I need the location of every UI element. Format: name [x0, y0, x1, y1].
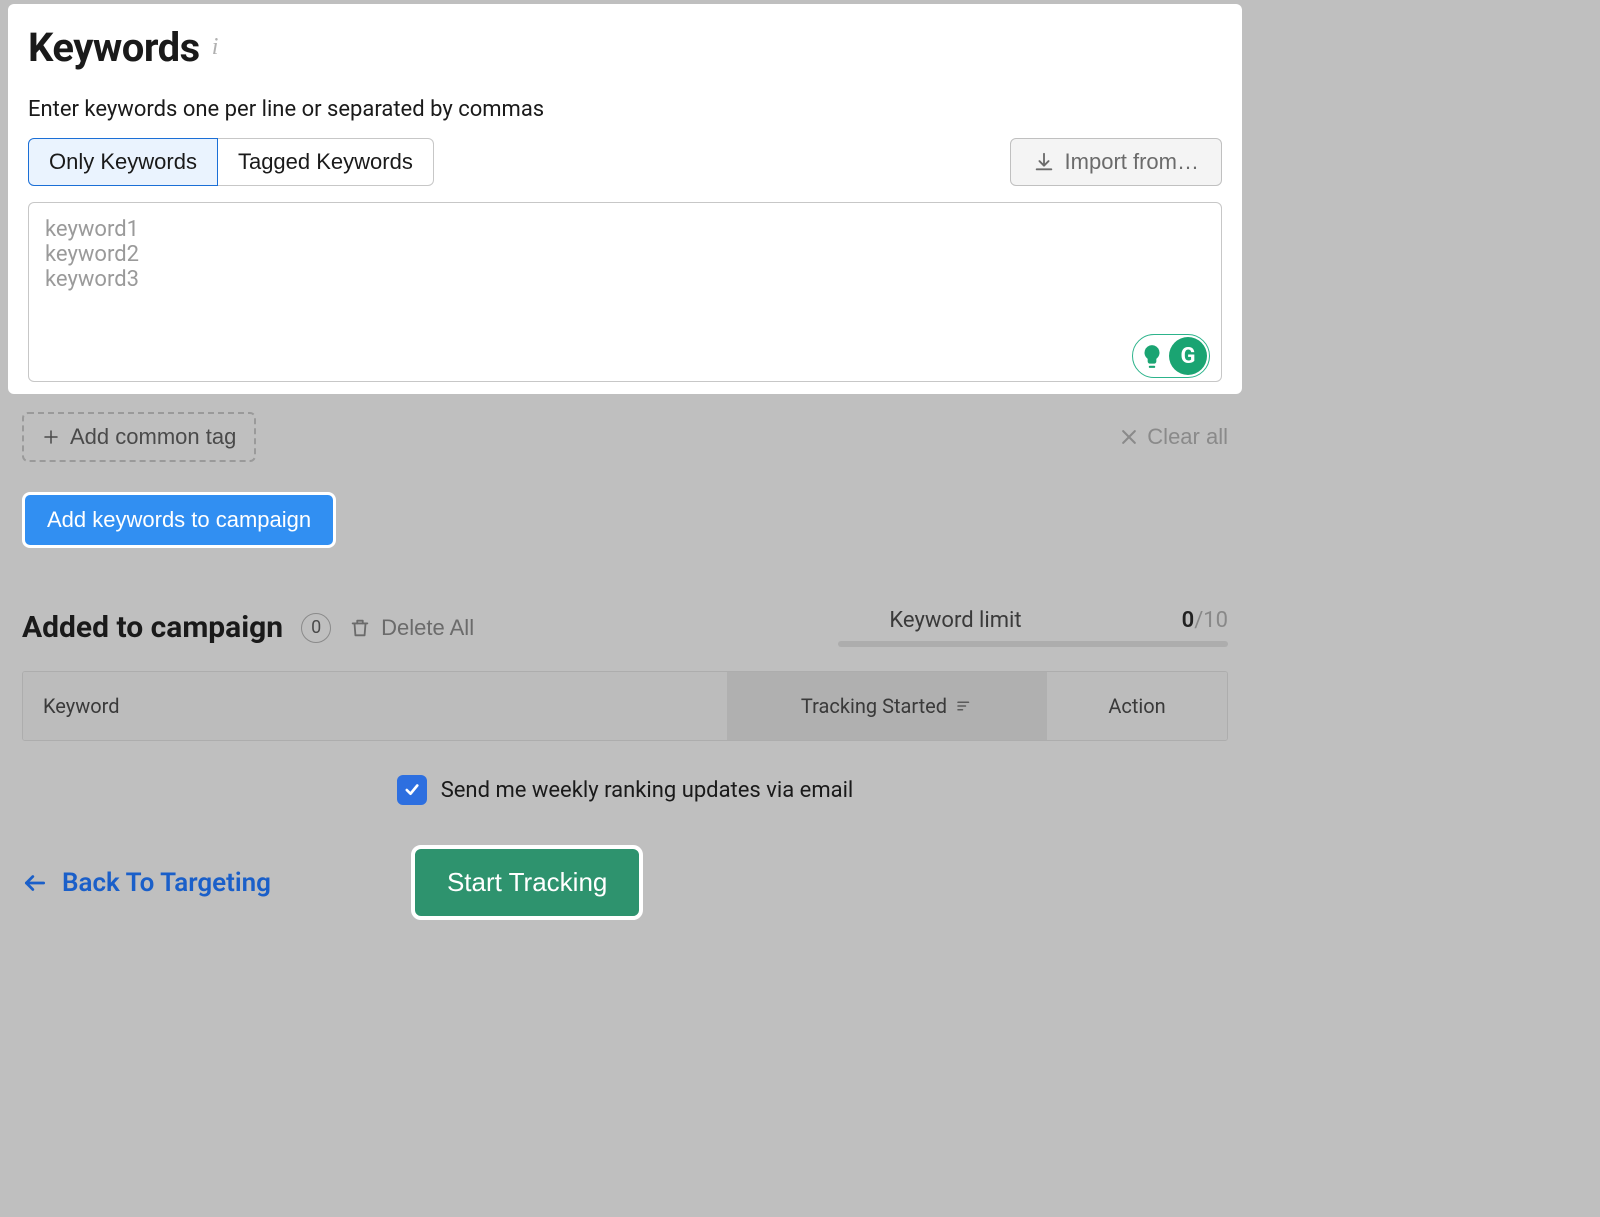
grammarly-widget[interactable]: G [1132, 334, 1210, 378]
add-keywords-to-campaign-button[interactable]: Add keywords to campaign [22, 492, 336, 548]
keywords-card: Keywords i Enter keywords one per line o… [8, 4, 1242, 394]
download-icon [1033, 151, 1055, 173]
added-header-left: Added to campaign 0 Delete All [22, 610, 474, 645]
footer-row: Back To Targeting Start Tracking [0, 845, 1250, 920]
sort-icon [955, 697, 973, 715]
keyword-limit-max: /10 [1194, 608, 1228, 633]
plus-icon [42, 428, 60, 446]
keyword-mode-tabgroup: Only Keywords Tagged Keywords [28, 138, 434, 186]
keywords-title: Keywords [28, 24, 200, 71]
start-tracking-button[interactable]: Start Tracking [411, 845, 643, 920]
keyword-limit-progress [838, 641, 1228, 647]
column-action: Action [1047, 672, 1227, 740]
grammarly-icon: G [1169, 337, 1207, 375]
add-common-tag-button[interactable]: Add common tag [22, 412, 256, 462]
mode-import-row: Only Keywords Tagged Keywords Import fro… [28, 138, 1222, 186]
keywords-textarea-wrap: G [28, 202, 1222, 386]
keyword-limit-label: Keyword limit [889, 608, 1021, 633]
column-keyword[interactable]: Keyword [23, 672, 727, 740]
below-card: Add common tag Clear all Add keywords to… [0, 412, 1250, 548]
weekly-updates-label[interactable]: Send me weekly ranking updates via email [441, 778, 854, 803]
clear-all-button[interactable]: Clear all [1119, 424, 1228, 450]
lightbulb-icon [1139, 343, 1165, 369]
add-common-tag-label: Add common tag [70, 424, 236, 450]
delete-all-label: Delete All [381, 615, 474, 641]
tag-clear-row: Add common tag Clear all [22, 412, 1228, 462]
keywords-table: Keyword Tracking Started Action [22, 671, 1228, 741]
column-tracking-started-label: Tracking Started [801, 694, 947, 718]
keyword-limit-fraction: 0/10 [1182, 608, 1228, 633]
info-icon[interactable]: i [212, 34, 219, 61]
added-header-row: Added to campaign 0 Delete All Keyword l… [22, 608, 1228, 647]
delete-all-button[interactable]: Delete All [349, 615, 474, 641]
clear-all-label: Clear all [1147, 424, 1228, 450]
tab-only-keywords[interactable]: Only Keywords [28, 138, 218, 186]
keyword-limit-current: 0 [1182, 608, 1195, 633]
close-icon [1119, 427, 1139, 447]
added-to-campaign-section: Added to campaign 0 Delete All Keyword l… [0, 608, 1250, 805]
weekly-updates-row: Send me weekly ranking updates via email [22, 775, 1228, 805]
keyword-limit-block: Keyword limit 0/10 [838, 608, 1228, 647]
column-tracking-started[interactable]: Tracking Started [727, 672, 1047, 740]
keywords-table-header: Keyword Tracking Started Action [23, 672, 1227, 740]
keywords-card-header: Keywords i [28, 24, 1222, 71]
tab-tagged-keywords[interactable]: Tagged Keywords [218, 138, 434, 186]
back-to-targeting-link[interactable]: Back To Targeting [22, 868, 271, 898]
trash-icon [349, 617, 371, 639]
import-from-button[interactable]: Import from… [1010, 138, 1222, 186]
added-count-pill: 0 [301, 613, 331, 643]
arrow-left-icon [22, 870, 48, 896]
back-to-targeting-label: Back To Targeting [62, 868, 271, 898]
added-to-campaign-title: Added to campaign [22, 610, 283, 645]
keywords-textarea[interactable] [28, 202, 1222, 382]
import-from-label: Import from… [1065, 149, 1199, 175]
weekly-updates-checkbox[interactable] [397, 775, 427, 805]
keywords-helper-text: Enter keywords one per line or separated… [28, 97, 1222, 122]
